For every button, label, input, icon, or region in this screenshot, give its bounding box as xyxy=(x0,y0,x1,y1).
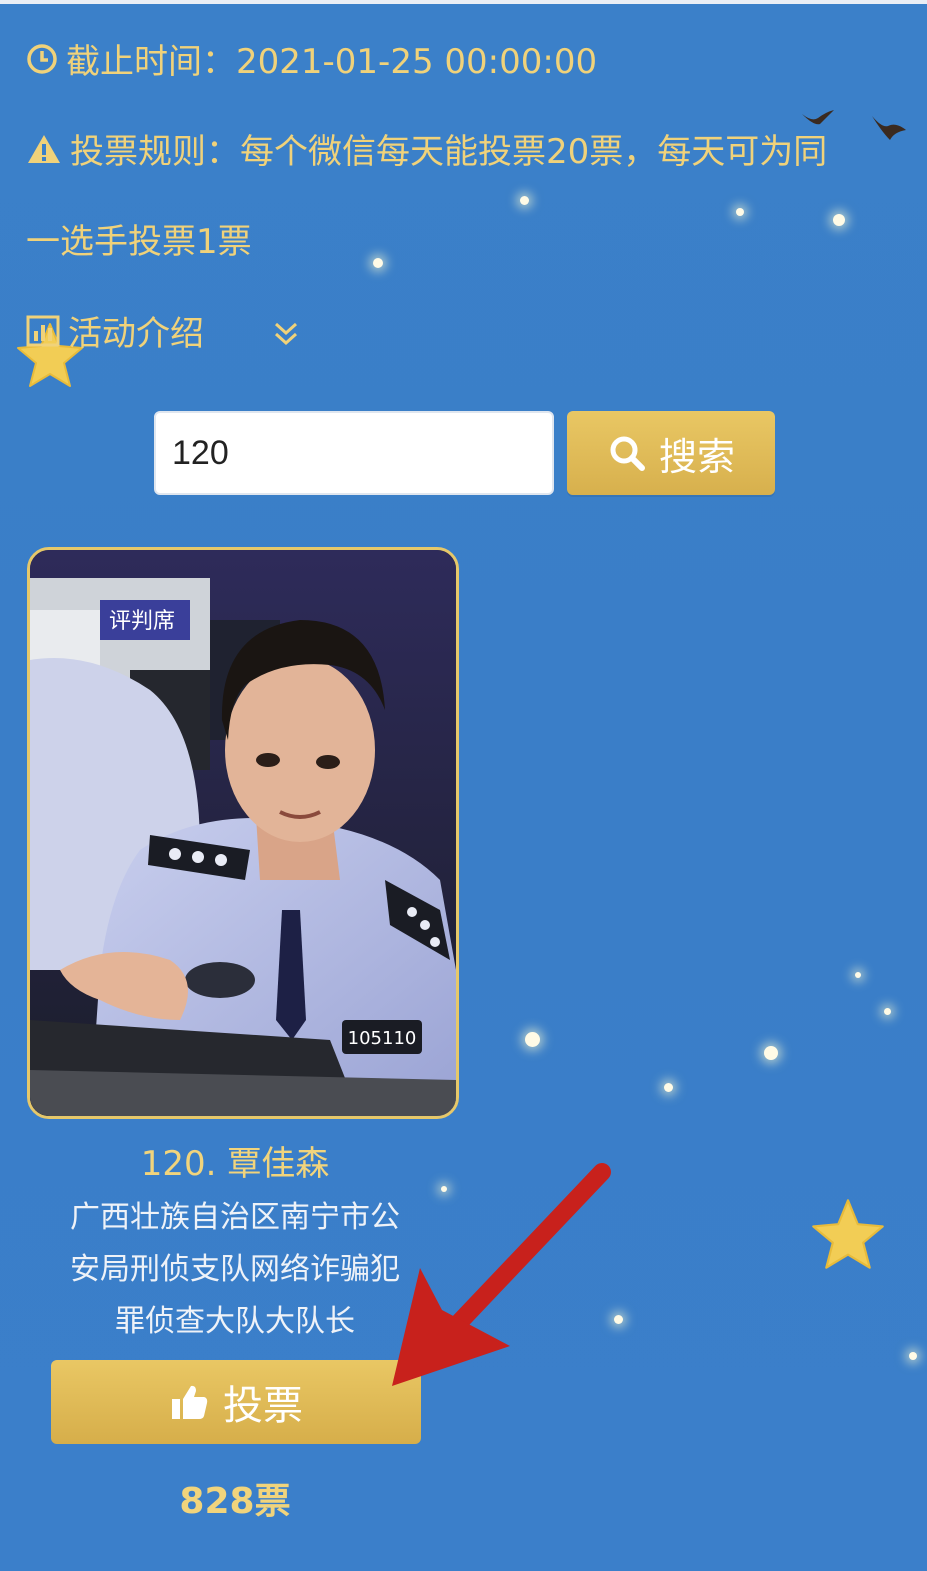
search-button[interactable]: 搜索 xyxy=(567,411,775,495)
photo-badge-text: 105110 xyxy=(348,1028,417,1049)
candidate-description-line: 罪侦查大队大队长 xyxy=(115,1304,355,1339)
sparkle xyxy=(520,196,529,205)
deadline-label: 截止时间： xyxy=(66,42,236,82)
rules-row: 投票规则：每个微信每天能投票20票，每天可为同 xyxy=(26,130,827,176)
bird-icon xyxy=(872,116,906,140)
search-button-label: 搜索 xyxy=(658,434,735,479)
rules-text-line1: 投票规则：每个微信每天能投票20票，每天可为同 xyxy=(70,132,828,172)
vote-count: 828票 xyxy=(179,1481,291,1522)
search-input[interactable]: 120 xyxy=(154,411,554,495)
clock-icon xyxy=(26,42,58,86)
sparkle xyxy=(525,1032,540,1047)
candidate-description-line: 安局刑侦支队网络诈骗犯 xyxy=(70,1252,400,1287)
top-border xyxy=(0,0,927,4)
arrow-annotation xyxy=(392,1163,611,1386)
deadline-row: 截止时间：2021-01-25 00:00:00 xyxy=(26,40,597,86)
sparkle xyxy=(855,972,861,978)
star-icon xyxy=(812,1199,884,1269)
candidate-photo[interactable]: 评判席 105110 xyxy=(27,547,459,1119)
deadline-value: 2021-01-25 00:00:00 xyxy=(236,42,598,82)
sparkle xyxy=(664,1083,673,1092)
chart-icon xyxy=(26,314,60,358)
photo-sign-text: 评判席 xyxy=(109,609,175,634)
candidate-description: 广西壮族自治区南宁市公 安局刑侦支队网络诈骗犯 罪侦查大队大队长 xyxy=(40,1192,430,1348)
bird-icon xyxy=(802,110,834,125)
sparkle xyxy=(764,1046,778,1060)
thumbs-up-icon xyxy=(172,1385,208,1419)
sparkle xyxy=(884,1008,891,1015)
sparkle xyxy=(373,258,383,268)
warning-icon xyxy=(26,132,62,176)
search-icon xyxy=(610,436,645,471)
activity-intro-label: 活动介绍 xyxy=(68,314,204,354)
rules-text-line2: 一选手投票1票 xyxy=(26,222,252,262)
sparkle xyxy=(736,208,744,216)
sparkle xyxy=(909,1352,917,1360)
officer-photo: 评判席 105110 xyxy=(30,550,456,1116)
chevron-down-icon[interactable] xyxy=(270,318,302,350)
vote-button-label: 投票 xyxy=(223,1383,303,1429)
activity-intro-toggle[interactable]: 活动介绍 xyxy=(26,312,204,358)
sparkle xyxy=(833,214,845,226)
vote-button[interactable]: 投票 xyxy=(51,1360,421,1444)
candidate-description-line: 广西壮族自治区南宁市公 xyxy=(70,1200,400,1235)
candidate-name: 120. 覃佳森 xyxy=(140,1144,330,1184)
